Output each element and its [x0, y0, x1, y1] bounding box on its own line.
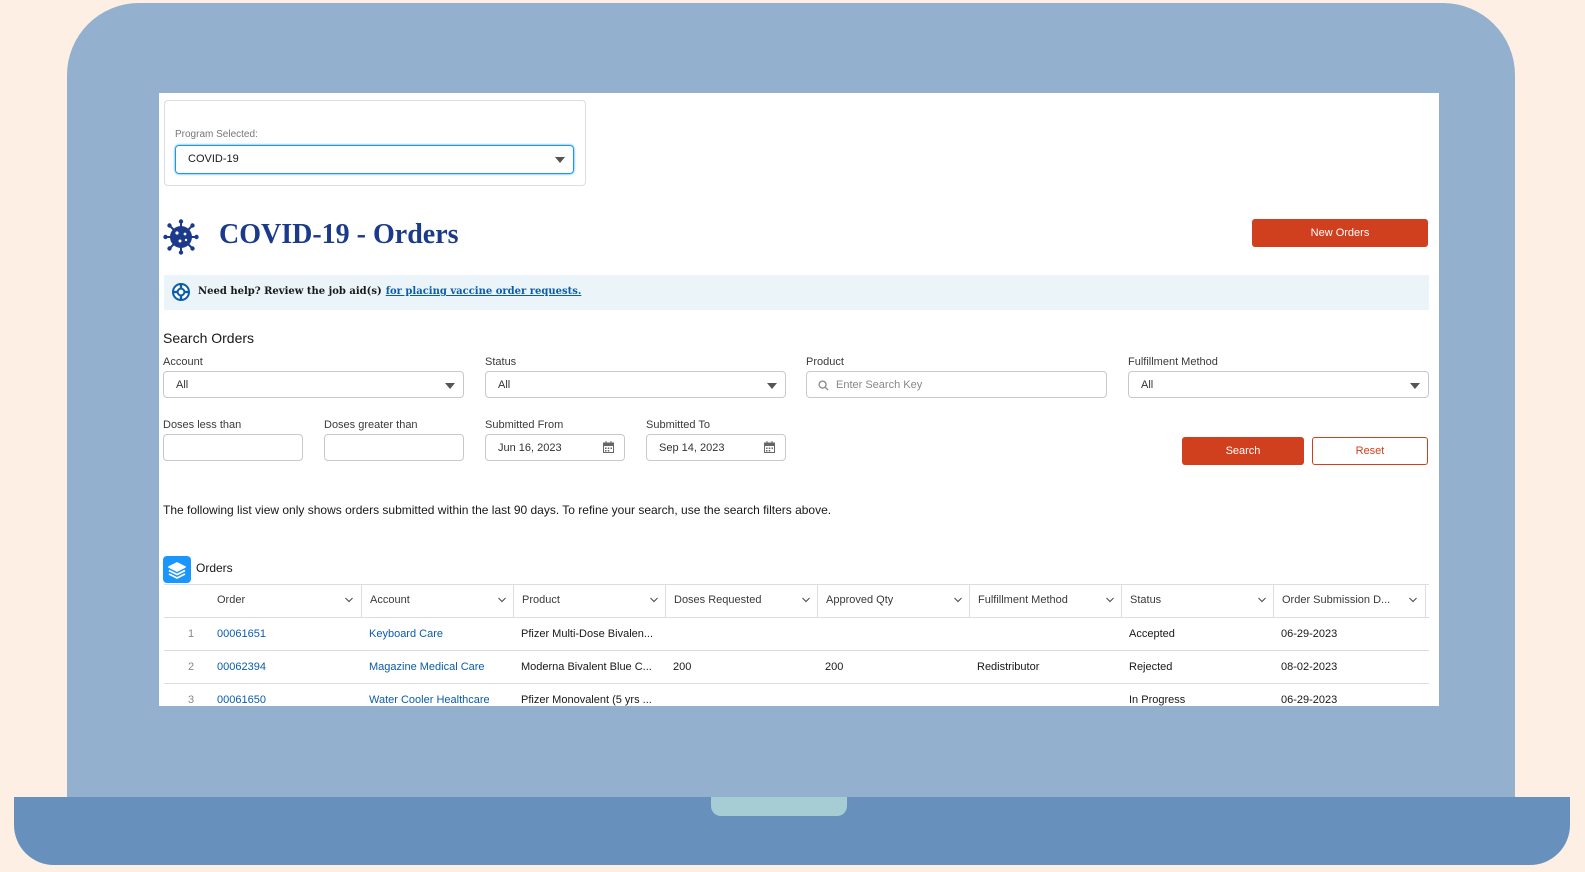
chevron-down-icon — [1106, 597, 1114, 603]
page-title: COVID-19 - Orders — [219, 219, 459, 250]
help-banner: Need help? Review the job aid(s) for plac… — [164, 275, 1429, 310]
column-header-account[interactable]: Account — [361, 585, 514, 617]
column-header-doses-requested[interactable]: Doses Requested — [665, 585, 818, 617]
column-header-approved-qty[interactable]: Approved Qty — [817, 585, 970, 617]
table-row[interactable]: 1 00061651 Keyboard Care Pfizer Multi-Do… — [164, 617, 1429, 651]
submitted-to-label: Submitted To — [646, 419, 711, 431]
search-icon — [818, 380, 829, 391]
reset-button[interactable]: Reset — [1312, 437, 1428, 465]
submitted-from-input[interactable]: Jun 16, 2023 — [485, 434, 625, 461]
status-select[interactable]: All — [485, 371, 786, 398]
date-cell: 06-29-2023 — [1281, 628, 1338, 640]
app-screen: Program Selected: COVID-19 COVID-19 - Or… — [159, 93, 1439, 706]
product-cell: Pfizer Monovalent (5 yrs ... — [521, 694, 652, 706]
calendar-icon[interactable] — [603, 441, 614, 453]
table-row[interactable]: 3 00061650 Water Cooler Healthcare Pfize… — [164, 683, 1429, 706]
doses-greater-label: Doses greater than — [324, 419, 418, 431]
column-header-order[interactable]: Order — [209, 585, 361, 617]
help-text: Need help? Review the job aid(s) for plac… — [198, 286, 581, 297]
column-header-product[interactable]: Product — [513, 585, 666, 617]
status-cell: In Progress — [1129, 694, 1186, 706]
status-value: All — [498, 379, 511, 391]
program-select[interactable]: COVID-19 — [175, 145, 574, 174]
calendar-icon[interactable] — [764, 441, 775, 453]
column-label: Approved Qty — [826, 594, 894, 606]
stack-icon — [163, 556, 191, 583]
account-select[interactable]: All — [163, 371, 464, 398]
list-view-notice: The following list view only shows order… — [163, 503, 832, 517]
product-cell: Moderna Bivalent Blue C... — [521, 661, 652, 673]
chevron-down-icon — [345, 597, 353, 603]
column-header-fulfillment-method[interactable]: Fulfillment Method — [969, 585, 1122, 617]
fulfillment-cell: Redistributor — [977, 661, 1040, 673]
status-cell: Accepted — [1129, 628, 1175, 640]
column-header-order-submission-date[interactable]: Order Submission D... — [1273, 585, 1426, 617]
program-value: COVID-19 — [188, 153, 239, 165]
row-number: 1 — [188, 628, 195, 640]
program-card: Program Selected: COVID-19 — [164, 100, 586, 186]
account-link[interactable]: Magazine Medical Care — [369, 661, 485, 673]
doses-less-label: Doses less than — [163, 419, 242, 431]
caret-down-icon — [445, 383, 455, 389]
chevron-down-icon — [1258, 597, 1266, 603]
doses-less-input[interactable] — [163, 434, 303, 461]
order-link[interactable]: 00061650 — [217, 694, 266, 706]
caret-down-icon — [555, 157, 565, 163]
product-cell: Pfizer Multi-Dose Bivalen... — [521, 628, 654, 640]
product-placeholder: Enter Search Key — [836, 379, 923, 391]
search-button[interactable]: Search — [1182, 437, 1304, 465]
fulfillment-select[interactable]: All — [1128, 371, 1429, 398]
column-label: Product — [522, 594, 560, 606]
column-header-status[interactable]: Status — [1121, 585, 1274, 617]
virus-icon — [163, 219, 199, 255]
column-label: Fulfillment Method — [978, 594, 1068, 606]
column-label: Account — [370, 594, 410, 606]
lifebuoy-icon — [172, 283, 190, 301]
status-cell: Rejected — [1129, 661, 1173, 673]
chevron-down-icon — [1409, 597, 1417, 603]
order-link[interactable]: 00061651 — [217, 628, 266, 640]
product-search-input[interactable]: Enter Search Key — [806, 371, 1107, 398]
row-number: 3 — [188, 694, 195, 706]
submitted-to-input[interactable]: Sep 14, 2023 — [646, 434, 786, 461]
help-message: Need help? Review the job aid(s) — [198, 286, 382, 297]
search-orders-heading: Search Orders — [163, 330, 255, 346]
date-cell: 06-29-2023 — [1281, 694, 1338, 706]
chevron-down-icon — [650, 597, 658, 603]
account-link[interactable]: Water Cooler Healthcare — [369, 694, 490, 706]
new-orders-button[interactable]: New Orders — [1252, 219, 1428, 247]
product-label: Product — [806, 356, 844, 368]
submitted-from-value: Jun 16, 2023 — [498, 442, 562, 454]
account-label: Account — [163, 356, 203, 368]
program-label: Program Selected: — [175, 129, 258, 140]
fulfillment-value: All — [1141, 379, 1154, 391]
column-label: Status — [1130, 594, 1162, 606]
order-link[interactable]: 00062394 — [217, 661, 266, 673]
table-row[interactable]: 2 00062394 Magazine Medical Care Moderna… — [164, 650, 1429, 684]
table-header: Order Account Product Doses Requested Ap… — [164, 584, 1429, 618]
submitted-from-label: Submitted From — [485, 419, 564, 431]
caret-down-icon — [767, 383, 777, 389]
job-aid-link[interactable]: for placing vaccine order requests. — [386, 286, 582, 297]
approved-cell: 200 — [825, 661, 844, 673]
chevron-down-icon — [498, 597, 506, 603]
laptop-notch — [711, 797, 847, 816]
chevron-down-icon — [802, 597, 810, 603]
submitted-to-value: Sep 14, 2023 — [659, 442, 725, 454]
date-cell: 08-02-2023 — [1281, 661, 1338, 673]
account-value: All — [176, 379, 189, 391]
status-label: Status — [485, 356, 517, 368]
fulfillment-label: Fulfillment Method — [1128, 356, 1218, 368]
column-label: Doses Requested — [674, 594, 762, 606]
chevron-down-icon — [954, 597, 962, 603]
column-label: Order Submission D... — [1282, 594, 1391, 606]
doses-cell: 200 — [673, 661, 692, 673]
caret-down-icon — [1410, 383, 1420, 389]
account-link[interactable]: Keyboard Care — [369, 628, 443, 640]
row-number: 2 — [188, 661, 195, 673]
doses-greater-input[interactable] — [324, 434, 464, 461]
orders-title: Orders — [196, 561, 233, 575]
column-label: Order — [217, 594, 246, 606]
